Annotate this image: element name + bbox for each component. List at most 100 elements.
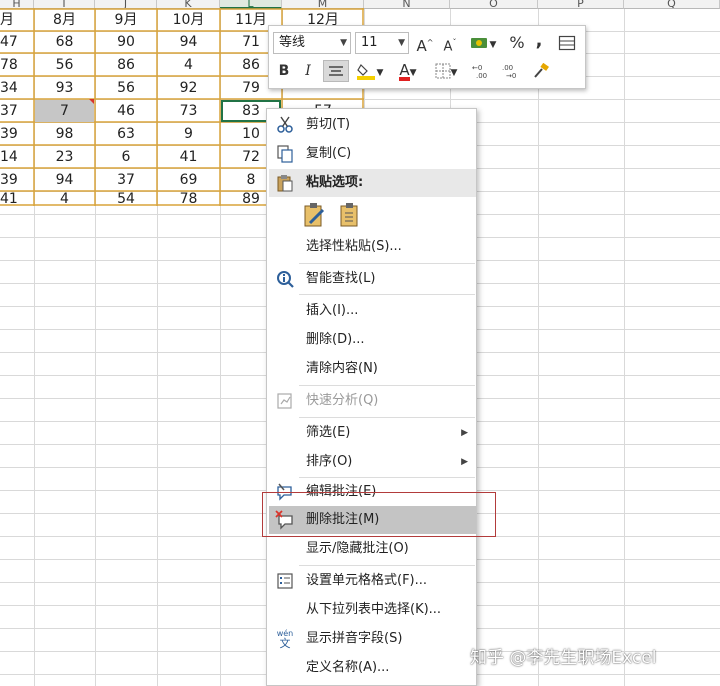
paintbrush-icon <box>534 62 549 78</box>
column-header-m[interactable]: M <box>282 0 364 9</box>
table-cell[interactable]: 78 <box>0 54 18 76</box>
borders-button[interactable]: ▼ <box>429 60 463 82</box>
submenu-arrow-icon: ▶ <box>461 428 468 438</box>
menu-item-filter[interactable]: 筛选(E) ▶ <box>269 419 476 447</box>
table-cell[interactable]: 86 <box>95 54 157 76</box>
italic-button[interactable]: I <box>297 60 319 82</box>
table-cell[interactable]: 90 <box>95 31 157 53</box>
format-painter-table-button[interactable] <box>556 32 578 54</box>
table-cell[interactable]: 6 <box>95 146 157 168</box>
table-cell[interactable]: 46 <box>95 100 157 122</box>
font-size-dropdown[interactable]: 11 ▼ <box>355 32 409 54</box>
font-name-dropdown[interactable]: 等线 ▼ <box>273 32 351 54</box>
column-header-j[interactable]: J <box>95 0 157 9</box>
column-header-p[interactable]: P <box>538 0 624 9</box>
column-header-k[interactable]: K <box>157 0 220 9</box>
table-cell[interactable]: 37 <box>0 100 18 122</box>
column-header-l[interactable]: L <box>220 0 282 9</box>
menu-item-show-hide-comments[interactable]: 显示/隐藏批注(O) <box>269 535 476 563</box>
table-cell[interactable]: 73 <box>157 100 220 122</box>
header-cell[interactable]: 9月 <box>95 9 157 31</box>
bold-button[interactable]: B <box>273 60 295 82</box>
header-cell[interactable]: 10月 <box>157 9 220 31</box>
table-cell[interactable]: 54 <box>95 188 157 210</box>
align-center-button[interactable] <box>323 60 349 82</box>
phonetic-icon-char: 文 <box>279 637 291 650</box>
table-cell[interactable]: 63 <box>95 123 157 145</box>
increase-decimal-icon: ←0 .00 <box>472 64 487 80</box>
menu-item-copy[interactable]: 复制(C) <box>269 140 476 168</box>
selected-cell[interactable]: 7 <box>35 100 94 122</box>
column-header-n[interactable]: N <box>364 0 450 9</box>
paste-values-icon[interactable] <box>337 201 365 229</box>
table-cell[interactable]: 39 <box>0 123 18 145</box>
menu-item-label: 删除批注(M) <box>306 512 380 527</box>
menu-item-format-cells[interactable]: 设置单元格格式(F)... <box>269 567 476 595</box>
header-cell[interactable]: 月 <box>0 9 34 31</box>
fill-color-button[interactable]: ▼ <box>353 60 387 82</box>
paste-option-buttons <box>301 201 381 231</box>
table-cell[interactable]: 68 <box>34 31 95 53</box>
paint-bucket-icon <box>356 64 375 80</box>
table-cell[interactable]: 98 <box>34 123 95 145</box>
format-painter-button[interactable] <box>529 60 553 82</box>
table-cell[interactable]: 4 <box>157 54 220 76</box>
column-header-i[interactable]: I <box>34 0 95 9</box>
grow-font-letter: A <box>416 37 427 55</box>
decrease-font-button[interactable]: Aˇ <box>439 32 461 54</box>
table-cell[interactable]: 34 <box>0 77 18 99</box>
table-cell[interactable]: 94 <box>157 31 220 53</box>
table-cell[interactable]: 56 <box>34 54 95 76</box>
watermark: 知乎 @李先生职场Excel <box>470 648 657 668</box>
menu-item-label: 选择性粘贴(S)... <box>306 239 402 254</box>
column-header-o[interactable]: O <box>450 0 538 9</box>
table-cell[interactable]: 41 <box>157 146 220 168</box>
scissors-icon <box>277 116 293 133</box>
font-color-letter: A <box>399 61 410 81</box>
increase-font-button[interactable]: A^ <box>414 32 436 55</box>
table-cell[interactable]: 41 <box>0 188 18 210</box>
header-cell[interactable]: 8月 <box>34 9 95 31</box>
menu-item-label: 粘贴选项: <box>306 175 364 190</box>
table-cell[interactable]: 93 <box>34 77 95 99</box>
table-cell[interactable]: 4 <box>34 188 95 210</box>
table-cell[interactable]: 9 <box>157 123 220 145</box>
table-cell[interactable]: 14 <box>0 146 18 168</box>
menu-item-smart-lookup[interactable]: 智能查找(L) <box>269 265 476 293</box>
menu-item-label: 复制(C) <box>306 146 352 161</box>
table-cell[interactable]: 47 <box>0 31 18 53</box>
menu-item-define-name[interactable]: 定义名称(A)... <box>269 654 476 682</box>
table-cell[interactable]: 78 <box>157 188 220 210</box>
menu-item-insert[interactable]: 插入(I)... <box>269 297 476 325</box>
smart-lookup-icon <box>277 271 294 288</box>
svg-text:→0: →0 <box>506 72 516 79</box>
menu-item-delete[interactable]: 删除(D)... <box>269 326 476 354</box>
svg-text:←0: ←0 <box>472 64 482 72</box>
menu-item-cut[interactable]: 剪切(T) <box>269 111 476 139</box>
menu-item-sort[interactable]: 排序(O) ▶ <box>269 448 476 476</box>
font-color-button[interactable]: A▼ <box>391 60 425 82</box>
menu-item-pick-from-list[interactable]: 从下拉列表中选择(K)... <box>269 596 476 624</box>
svg-text:.00: .00 <box>502 64 513 72</box>
submenu-arrow-icon: ▶ <box>461 457 468 467</box>
menu-item-paste-special[interactable]: 选择性粘贴(S)... <box>269 233 476 261</box>
number-format-button[interactable]: ▼ <box>465 32 501 54</box>
table-cell[interactable]: 23 <box>34 146 95 168</box>
table-cell[interactable]: 56 <box>95 77 157 99</box>
paste-keep-source-icon[interactable] <box>301 201 329 229</box>
percent-style-button[interactable]: % <box>506 32 528 54</box>
menu-item-show-phonetic[interactable]: wén 文 显示拼音字段(S) <box>269 625 476 653</box>
table-cell[interactable]: 92 <box>157 77 220 99</box>
decrease-decimal-button[interactable]: .00 →0 <box>499 60 525 82</box>
column-header-q[interactable]: Q <box>624 0 720 9</box>
menu-item-delete-comment[interactable]: 删除批注(M) <box>269 506 476 534</box>
menu-item-label: 显示拼音字段(S) <box>306 631 403 646</box>
comma-style-button[interactable]: , <box>531 30 547 52</box>
increase-decimal-button[interactable]: ←0 .00 <box>469 60 495 82</box>
currency-format-icon <box>470 38 487 48</box>
decrease-decimal-icon: .00 →0 <box>502 64 516 80</box>
menu-item-clear-contents[interactable]: 清除内容(N) <box>269 355 476 383</box>
align-center-icon <box>329 66 343 76</box>
column-header-h[interactable]: H <box>0 0 34 9</box>
menu-item-edit-comment[interactable]: 编辑批注(E) <box>269 478 476 506</box>
